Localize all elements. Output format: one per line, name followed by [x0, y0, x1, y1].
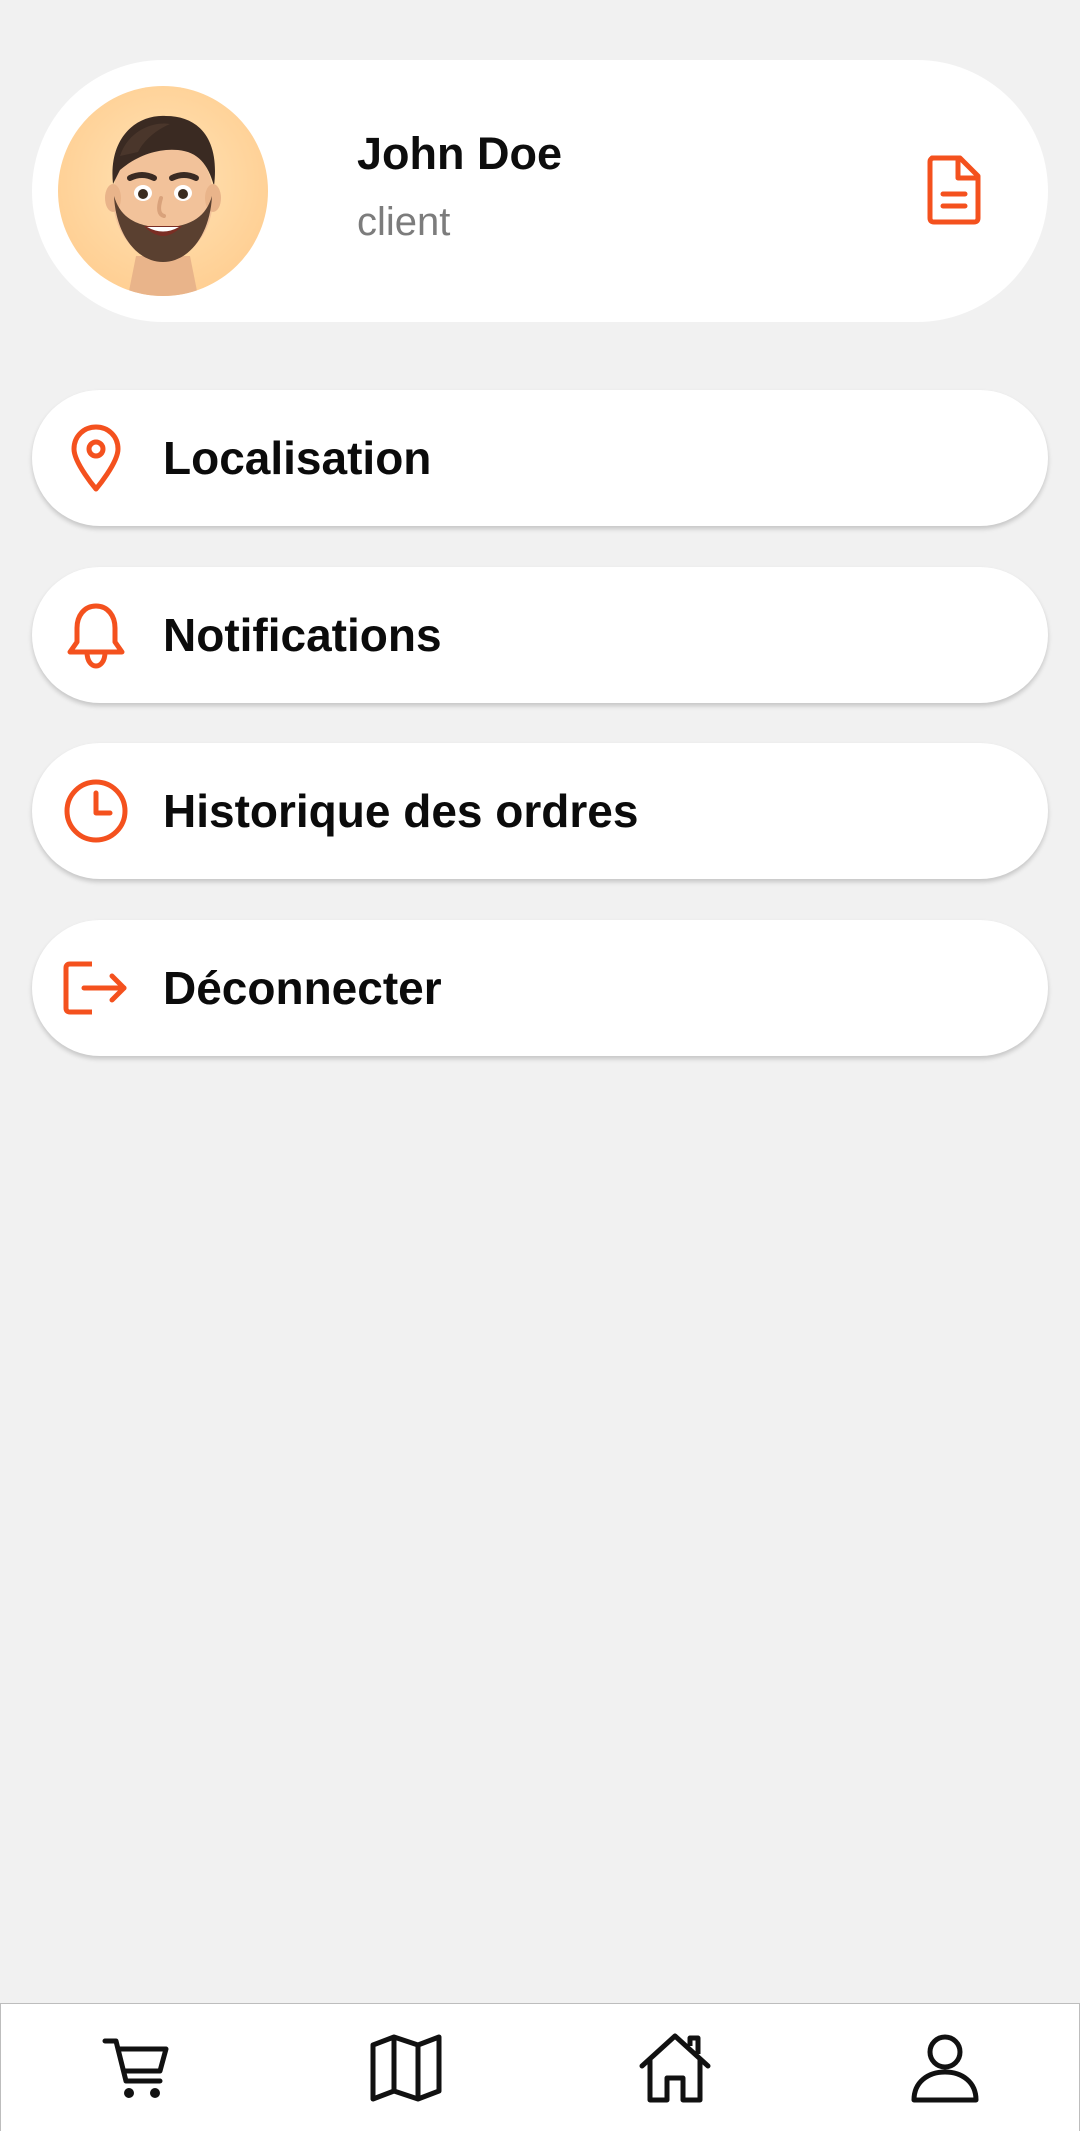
menu-item-label: Déconnecter: [163, 962, 442, 1014]
logout-icon: [62, 954, 130, 1022]
nav-profile[interactable]: [885, 2004, 1005, 2131]
memoji-avatar-icon: [105, 115, 221, 296]
nav-cart[interactable]: [77, 2004, 197, 2131]
menu-item-label: Localisation: [163, 432, 432, 484]
user-icon: [911, 2034, 979, 2102]
menu-item-label: Notifications: [163, 609, 442, 661]
map-icon: [370, 2034, 442, 2101]
bottom-navigation: [0, 2003, 1080, 2131]
menu-item-order-history[interactable]: Historique des ordres: [32, 743, 1048, 879]
map-pin-icon: [62, 424, 130, 492]
menu-item-localisation[interactable]: Localisation: [32, 390, 1048, 526]
document-button[interactable]: [914, 148, 994, 232]
menu-item-logout[interactable]: Déconnecter: [32, 920, 1048, 1056]
clock-icon: [62, 777, 130, 845]
menu-item-notifications[interactable]: Notifications: [32, 567, 1048, 703]
profile-role: client: [357, 200, 451, 244]
cart-icon: [102, 2038, 169, 2098]
profile-name: John Doe: [357, 128, 563, 179]
document-icon: [927, 155, 981, 225]
profile-card: John Doe client: [32, 60, 1048, 322]
home-icon: [639, 2033, 711, 2102]
menu-item-label: Historique des ordres: [163, 785, 639, 837]
nav-map[interactable]: [346, 2004, 466, 2131]
avatar[interactable]: [58, 86, 268, 296]
bell-icon: [62, 601, 130, 669]
nav-home[interactable]: [615, 2004, 735, 2131]
